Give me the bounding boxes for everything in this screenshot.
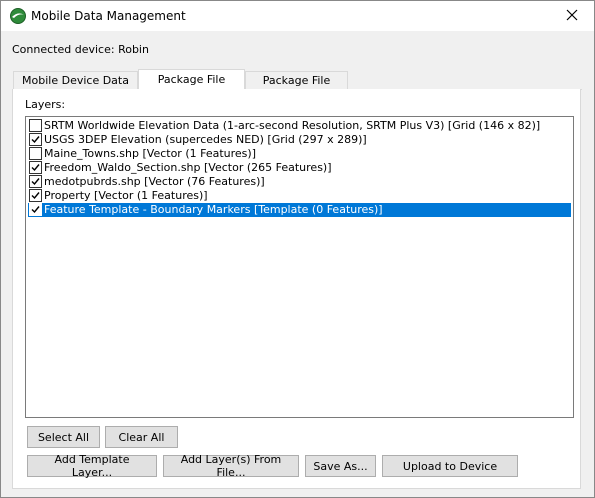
layer-row[interactable]: Freedom_Waldo_Section.shp [Vector (265 F… bbox=[28, 161, 571, 175]
close-icon bbox=[566, 9, 578, 24]
layer-row[interactable]: SRTM Worldwide Elevation Data (1-arc-sec… bbox=[28, 119, 571, 133]
layer-checkbox[interactable] bbox=[29, 189, 42, 202]
layer-label: Maine_Towns.shp [Vector (1 Features)] bbox=[44, 147, 256, 160]
save-as-button[interactable]: Save As... bbox=[305, 455, 376, 477]
layer-label: SRTM Worldwide Elevation Data (1-arc-sec… bbox=[44, 119, 541, 132]
tab-mobile-device-data-link[interactable]: Mobile Device Data Link bbox=[13, 71, 138, 105]
layers-list[interactable]: SRTM Worldwide Elevation Data (1-arc-sec… bbox=[25, 116, 574, 418]
checkmark-icon bbox=[31, 192, 40, 200]
checkmark-icon bbox=[31, 178, 40, 186]
checkmark-icon bbox=[31, 164, 40, 172]
clear-all-button[interactable]: Clear All bbox=[105, 426, 178, 448]
layer-label: USGS 3DEP Elevation (supercedes NED) [Gr… bbox=[44, 133, 367, 146]
layer-label: Feature Template - Boundary Markers [Tem… bbox=[44, 203, 383, 216]
layer-checkbox[interactable] bbox=[29, 161, 42, 174]
tab-package-file-export[interactable]: Package File Export bbox=[138, 69, 245, 106]
layer-checkbox[interactable] bbox=[29, 147, 42, 160]
select-all-button[interactable]: Select All bbox=[27, 426, 100, 448]
layer-checkbox[interactable] bbox=[29, 119, 42, 132]
layer-row[interactable]: USGS 3DEP Elevation (supercedes NED) [Gr… bbox=[28, 133, 571, 147]
checkmark-icon bbox=[31, 136, 40, 144]
layer-label: Property [Vector (1 Features)] bbox=[44, 189, 208, 202]
window-title: Mobile Data Management bbox=[31, 9, 186, 23]
layers-label: Layers: bbox=[25, 98, 66, 111]
layer-label: Freedom_Waldo_Section.shp [Vector (265 F… bbox=[44, 161, 332, 174]
layer-label: medotpubrds.shp [Vector (76 Features)] bbox=[44, 175, 265, 188]
title-bar: Mobile Data Management bbox=[1, 1, 594, 31]
tab-package-file-import[interactable]: Package File Import bbox=[245, 71, 348, 105]
add-layers-from-file-button[interactable]: Add Layer(s) From File... bbox=[163, 453, 299, 479]
checkmark-icon bbox=[31, 206, 40, 214]
layer-row[interactable]: Property [Vector (1 Features)] bbox=[28, 189, 571, 203]
layer-row[interactable]: medotpubrds.shp [Vector (76 Features)] bbox=[28, 175, 571, 189]
layer-checkbox[interactable] bbox=[29, 175, 42, 188]
upload-to-device-button[interactable]: Upload to Device bbox=[382, 455, 518, 477]
connected-device-label: Connected device: Robin bbox=[12, 43, 149, 56]
layer-checkbox[interactable] bbox=[29, 133, 42, 146]
layer-checkbox[interactable] bbox=[29, 203, 42, 216]
tab-strip: Mobile Device Data Link Package File Exp… bbox=[13, 69, 582, 106]
layer-row[interactable]: Feature Template - Boundary Markers [Tem… bbox=[28, 203, 571, 217]
close-button[interactable] bbox=[550, 1, 594, 31]
layer-row[interactable]: Maine_Towns.shp [Vector (1 Features)] bbox=[28, 147, 571, 161]
add-template-layer-button[interactable]: Add Template Layer... bbox=[27, 453, 157, 479]
app-logo-icon bbox=[10, 8, 26, 24]
